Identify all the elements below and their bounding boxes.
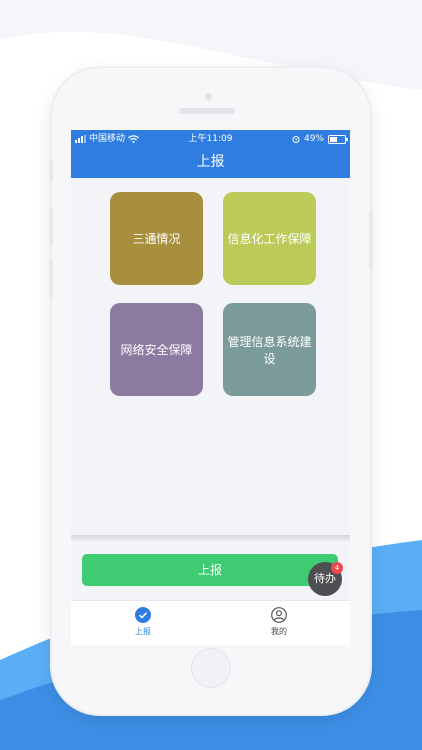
tile-mis-construction[interactable]: 管理信息系统建设: [223, 303, 316, 396]
battery-percent: 49%: [303, 134, 324, 144]
todo-badge: 4: [331, 562, 343, 574]
user-icon: [271, 607, 287, 623]
divider: [71, 535, 350, 541]
phone-home-button: [191, 648, 231, 688]
phone-camera: [205, 93, 212, 100]
app-header: 中国移动 上午11:09 49% 上报: [71, 130, 350, 178]
tab-bar: 上报 我的: [71, 600, 350, 645]
tile-label: 三通情况: [132, 232, 181, 246]
phone-side-button: [49, 160, 53, 182]
tab-report[interactable]: 上报: [113, 607, 173, 637]
phone-volume-down: [49, 260, 53, 298]
app-store-screenshot: 中国移动 上午11:09 49% 上报 三通情况 信息化工作保障 网络安全保障 …: [0, 0, 422, 750]
tile-label: 管理信息系统建设: [227, 334, 312, 366]
tile-label: 网络安全保障: [120, 343, 193, 357]
alarm-icon: [292, 136, 300, 143]
tile-santong[interactable]: 三通情况: [110, 192, 203, 285]
page-title: 上报: [196, 154, 225, 170]
phone-power-button: [369, 210, 373, 270]
tab-label: 上报: [135, 627, 151, 636]
battery-icon: [328, 134, 348, 144]
phone-speaker: [179, 108, 235, 114]
tile-it-support[interactable]: 信息化工作保障: [223, 192, 316, 285]
tab-mine[interactable]: 我的: [249, 607, 309, 637]
tile-network-security[interactable]: 网络安全保障: [110, 303, 203, 396]
status-right: 49%: [292, 132, 348, 146]
report-button[interactable]: 上报: [82, 554, 338, 586]
tile-label: 信息化工作保障: [227, 232, 312, 246]
status-bar: 中国移动 上午11:09 49%: [71, 132, 350, 146]
phone-volume-up: [49, 208, 53, 246]
check-circle-icon: [135, 607, 151, 623]
app-screen: 中国移动 上午11:09 49% 上报 三通情况 信息化工作保障 网络安全保障 …: [71, 130, 350, 645]
tab-label: 我的: [271, 627, 287, 636]
